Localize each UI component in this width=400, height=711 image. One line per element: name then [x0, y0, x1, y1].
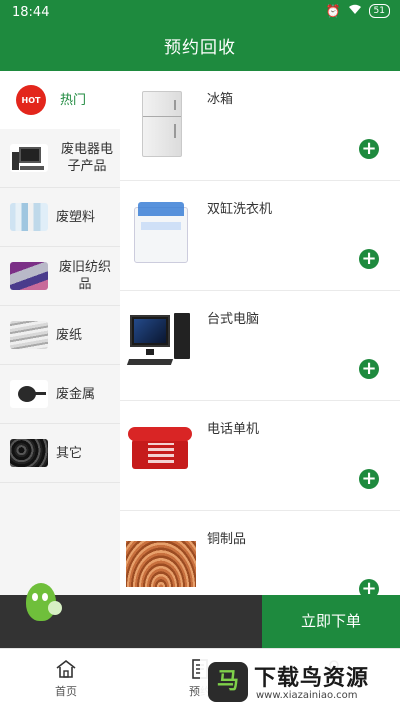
add-button[interactable]: +: [359, 469, 379, 489]
plastic-bottles-thumb-icon: [10, 203, 48, 231]
tab-label: 首页: [55, 685, 77, 698]
sidebar-item-label: 废金属: [56, 386, 96, 402]
add-button[interactable]: +: [359, 359, 379, 379]
product-name: 双缸洗衣机: [207, 202, 273, 217]
status-time: 18:44: [12, 5, 50, 20]
watermark-logo-icon: 马: [208, 662, 248, 702]
add-button[interactable]: +: [359, 249, 379, 269]
product-item-fridge[interactable]: 冰箱 +: [120, 71, 400, 181]
sidebar-item-label: 废纸: [56, 327, 83, 343]
home-icon: [56, 659, 76, 678]
sidebar-item-plastic[interactable]: 废塑料: [0, 188, 120, 247]
product-item-copper[interactable]: 铜制品 +: [120, 511, 400, 595]
copper-image: [126, 527, 196, 595]
page-title: 预约回收: [164, 38, 236, 58]
sidebar-item-electronics[interactable]: 废电器电子产品: [0, 129, 120, 188]
order-bar: 立即下单: [0, 583, 400, 648]
app-header: 预约回收: [0, 26, 400, 71]
product-item-telephone[interactable]: 电话单机 +: [120, 401, 400, 511]
watermark-url: www.xiazainiao.com: [256, 690, 358, 701]
sidebar-item-textile[interactable]: 废旧纺织品: [0, 247, 120, 306]
telephone-image: [126, 417, 196, 491]
washing-machine-image: [126, 197, 196, 271]
sidebar-item-hot[interactable]: HOT 热门: [0, 71, 120, 129]
sidebar-item-label: 废旧纺织品: [58, 260, 111, 292]
status-icons: ⏰ 51: [326, 4, 390, 18]
sidebar-item-label: 废电器电子产品: [60, 142, 113, 174]
clothes-thumb-icon: [10, 262, 48, 290]
category-sidebar: HOT 热门 废电器电子产品 废塑料 废旧纺织品 废纸 废金属 其它: [0, 71, 120, 595]
order-now-button[interactable]: 立即下单: [262, 595, 400, 648]
add-button[interactable]: +: [359, 579, 379, 595]
computer-thumb-icon: [10, 144, 48, 172]
sidebar-item-metal[interactable]: 废金属: [0, 365, 120, 424]
status-bar: 18:44 ⏰ 51: [0, 0, 400, 26]
battery-icon: 51: [368, 4, 390, 18]
product-name: 冰箱: [207, 92, 234, 107]
product-item-washer[interactable]: 双缸洗衣机 +: [120, 181, 400, 291]
sidebar-item-label: 废塑料: [56, 209, 96, 225]
product-name: 铜制品: [207, 532, 247, 547]
frying-pan-thumb-icon: [10, 380, 48, 408]
sidebar-item-label: 其它: [56, 445, 83, 461]
alarm-icon: ⏰: [325, 4, 341, 18]
sidebar-item-label: 热门: [60, 92, 87, 108]
sidebar-item-other[interactable]: 其它: [0, 424, 120, 483]
product-name: 台式电脑: [207, 312, 260, 327]
wifi-icon: [348, 4, 362, 18]
watermark-title: 下载鸟资源: [254, 666, 370, 691]
sidebar-item-paper[interactable]: 废纸: [0, 306, 120, 365]
product-list: 冰箱 + 双缸洗衣机 + 台式电脑 + 电话单机 + 铜制品 +: [120, 71, 400, 595]
product-name: 电话单机: [207, 422, 260, 437]
mascot-icon: [22, 577, 62, 623]
tab-home[interactable]: 首页: [6, 649, 126, 711]
hot-icon: HOT: [16, 85, 46, 115]
paper-stack-thumb-icon: [10, 321, 48, 349]
product-item-desktop[interactable]: 台式电脑 +: [120, 291, 400, 401]
watermark: 马 下载鸟资源 www.xiazainiao.com: [200, 656, 400, 711]
desktop-computer-image: [126, 307, 196, 381]
add-button[interactable]: +: [359, 139, 379, 159]
fridge-image: [126, 87, 196, 161]
tires-thumb-icon: [10, 439, 48, 467]
